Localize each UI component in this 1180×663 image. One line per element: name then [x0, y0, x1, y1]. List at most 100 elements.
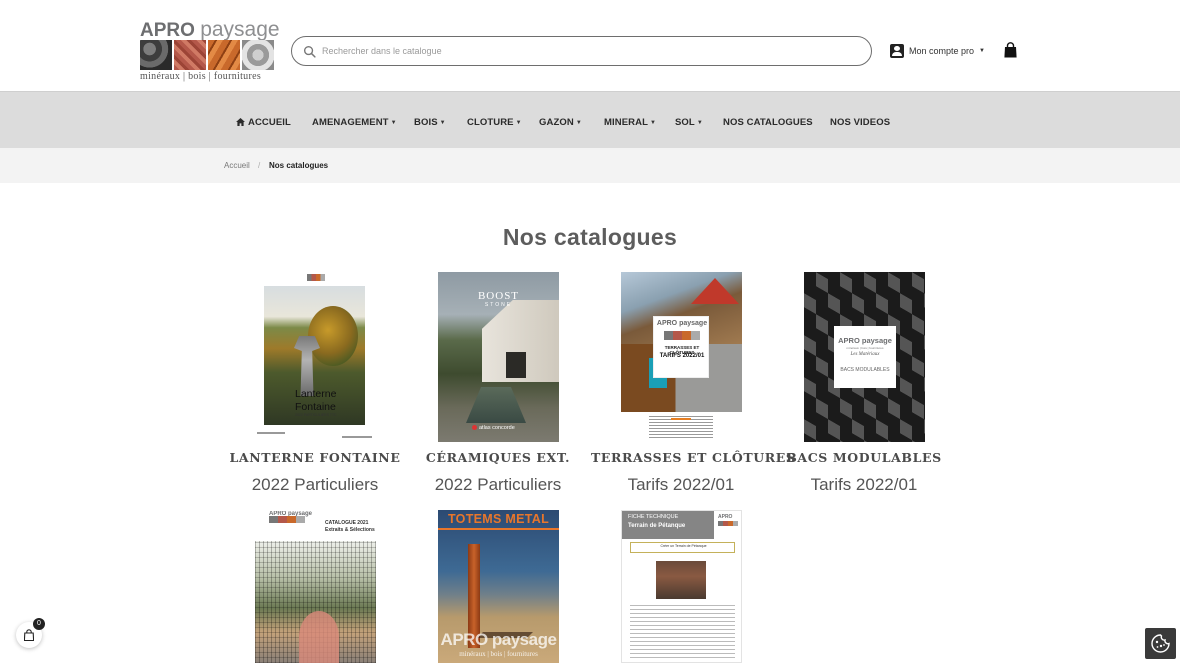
cover-logo-tiles [718, 521, 738, 526]
breadcrumb-separator: / [258, 161, 261, 170]
cover-signature: Les Matériaux [850, 352, 880, 357]
catalog-subtitle: Tarifs 2022/01 [810, 475, 918, 494]
cover-logo-tiles [269, 516, 305, 523]
cover-footer-line [257, 432, 285, 434]
chevron-down-icon: ▼ [439, 120, 446, 126]
chevron-down-icon: ▼ [979, 48, 985, 54]
nav-item-nos-videos[interactable]: NOS VIDEOS [830, 117, 890, 128]
account-label: Mon compte pro [909, 46, 975, 56]
catalog-subtitle: 2022 Particuliers [434, 475, 562, 494]
cover-line1: FICHE TECHNIQUE [628, 514, 679, 520]
cover-brand-sub: STONE [484, 302, 513, 308]
cover-path [299, 611, 339, 663]
search-icon[interactable] [303, 45, 316, 58]
cover-title-bar [438, 528, 559, 530]
nav-label: ACCUEIL [248, 117, 291, 128]
cover-brand: BOOST [477, 290, 520, 302]
cover-label-line1: Lanterne [295, 388, 337, 400]
cover-logo-tiles [664, 331, 700, 340]
main-nav: ACCUEIL AMENAGEMENT ▼ BOIS ▼ CLOTURE ▼ GAZO… [0, 91, 1180, 148]
catalog-cover-fiche-technique[interactable]: FICHE TECHNIQUE Terrain de Pétanque APRO… [621, 510, 742, 663]
cover-label: BACS MODULABLES [840, 367, 890, 373]
logo-tiles [140, 40, 274, 70]
chevron-down-icon: ▼ [515, 120, 522, 126]
nav-label: MINERAL [604, 117, 648, 128]
catalog-name[interactable]: CÉRAMIQUES EXT. [408, 450, 588, 465]
logo-brand-b: paysage [200, 18, 280, 41]
cover-footer: atlas concorde [472, 425, 515, 431]
catalog-cover-bacs-modulables[interactable]: APRO paysage minéraux | bois | fournitur… [804, 272, 925, 442]
logo-tile-gravel [242, 40, 274, 70]
cover-title: CATALOGUE 2021 Extraits & Sélections [325, 520, 375, 534]
cover-tagline: minéraux | bois | fournitures [846, 346, 884, 350]
cart-bag-icon [24, 629, 34, 641]
logo-tile-brick [174, 40, 206, 70]
cover-line2: Extraits & Sélections [325, 527, 375, 533]
catalog-name[interactable]: LANTERNE FONTAINE [225, 450, 405, 465]
breadcrumb-current: Nos catalogues [269, 161, 329, 170]
search-input[interactable] [322, 41, 852, 61]
site-header: APRO paysage minéraux | bois | fournitur… [0, 0, 1180, 91]
chevron-down-icon: ▼ [696, 120, 703, 126]
nav-item-bois[interactable]: BOIS ▼ [414, 117, 446, 128]
cover-logo [307, 274, 325, 281]
shopping-bag-icon[interactable] [1004, 42, 1017, 58]
cover-header: FICHE TECHNIQUE Terrain de Pétanque [622, 511, 714, 539]
nav-item-amenagement[interactable]: AMENAGEMENT ▼ [312, 117, 397, 128]
page-title: Nos catalogues [502, 224, 678, 250]
nav-label: BOIS [414, 117, 438, 128]
cover-window [506, 352, 526, 378]
catalog-name[interactable]: TERRASSES ET CLÔTURES [591, 450, 795, 465]
cover-logo: APRO [718, 514, 740, 536]
nav-item-cloture[interactable]: CLOTURE ▼ [467, 117, 522, 128]
cover-text-lines [630, 605, 735, 661]
cover-brand: APRO paysage [838, 336, 892, 345]
breadcrumb-home-link[interactable]: Accueil [224, 161, 250, 170]
nav-item-sol[interactable]: SOL ▼ [675, 117, 703, 128]
catalog-cover-totems-metal[interactable]: TOTEMS METAL APRO paysage minéraux | boi… [438, 510, 559, 663]
catalog-cover-ceramiques[interactable]: BOOST STONE atlas concorde [438, 272, 559, 442]
cover-brand: APRO [718, 514, 733, 520]
nav-item-accueil[interactable]: ACCUEIL [236, 117, 291, 128]
catalog-cover-lanterne-fontaine[interactable]: Lanterne Fontaine 2022 PARTICULIERS TTC [257, 272, 376, 440]
cart-count-badge: 0 [33, 618, 45, 630]
cover-lantern [294, 336, 320, 396]
chevron-down-icon: ▼ [390, 120, 397, 126]
cover-tagline: minéraux | bois | fournitures [459, 650, 538, 658]
cookie-icon [1151, 634, 1170, 653]
nav-item-gazon[interactable]: GAZON ▼ [539, 117, 582, 128]
cover-footer-line [342, 436, 372, 438]
catalog-subtitle: 2022 Particuliers [251, 475, 379, 494]
chevron-down-icon: ▼ [575, 120, 582, 126]
nav-label: GAZON [539, 117, 574, 128]
cover-line2: Terrain de Pétanque [628, 523, 686, 529]
logo-brand-a: APRO [140, 20, 195, 41]
nav-item-mineral[interactable]: MINERAL ▼ [604, 117, 656, 128]
logo-tagline: minéraux | bois | fournitures [140, 71, 262, 82]
cover-brand: APRO paysage [440, 630, 557, 649]
breadcrumb: Accueil / Nos catalogues [0, 148, 1180, 183]
cookie-settings-button[interactable] [1145, 628, 1176, 659]
nav-label: AMENAGEMENT [312, 117, 389, 128]
logo-tile-wood [208, 40, 240, 70]
cover-highlight [671, 418, 691, 420]
nav-label: NOS CATALOGUES [723, 117, 813, 128]
catalog-subtitle: Tarifs 2022/01 [627, 475, 735, 494]
cover-label-box: APRO paysage TERRASSES ET CLÔTURES TARIF… [653, 316, 709, 378]
cover-line2: TARIFS 2022/01 [659, 353, 705, 359]
home-icon [236, 118, 245, 126]
cover-box: Créer un Terrain de Pétanque [630, 542, 735, 553]
nav-item-nos-catalogues[interactable]: NOS CATALOGUES [723, 117, 813, 128]
search-bar[interactable] [291, 36, 872, 66]
catalog-cover-terrasses[interactable]: APRO paysage TERRASSES ET CLÔTURES TARIF… [621, 272, 742, 442]
site-logo[interactable]: APRO paysage minéraux | bois | fournitur… [140, 19, 280, 82]
logo-wordmark: APRO paysage [140, 18, 280, 41]
user-icon [890, 44, 904, 58]
account-menu[interactable]: Mon compte pro ▼ [890, 43, 985, 59]
cover-box-text: Créer un Terrain de Pétanque [660, 544, 707, 548]
cover-label-small: 2022 PARTICULIERS TTC [295, 413, 337, 417]
logo-tile-stone [140, 40, 172, 70]
catalog-name[interactable]: BACS MODULABLES [774, 450, 954, 465]
catalog-cover-catalogue-2021[interactable]: APRO paysage CATALOGUE 2021 Extraits & S… [255, 511, 376, 663]
cover-label: Lanterne Fontaine [295, 388, 336, 414]
